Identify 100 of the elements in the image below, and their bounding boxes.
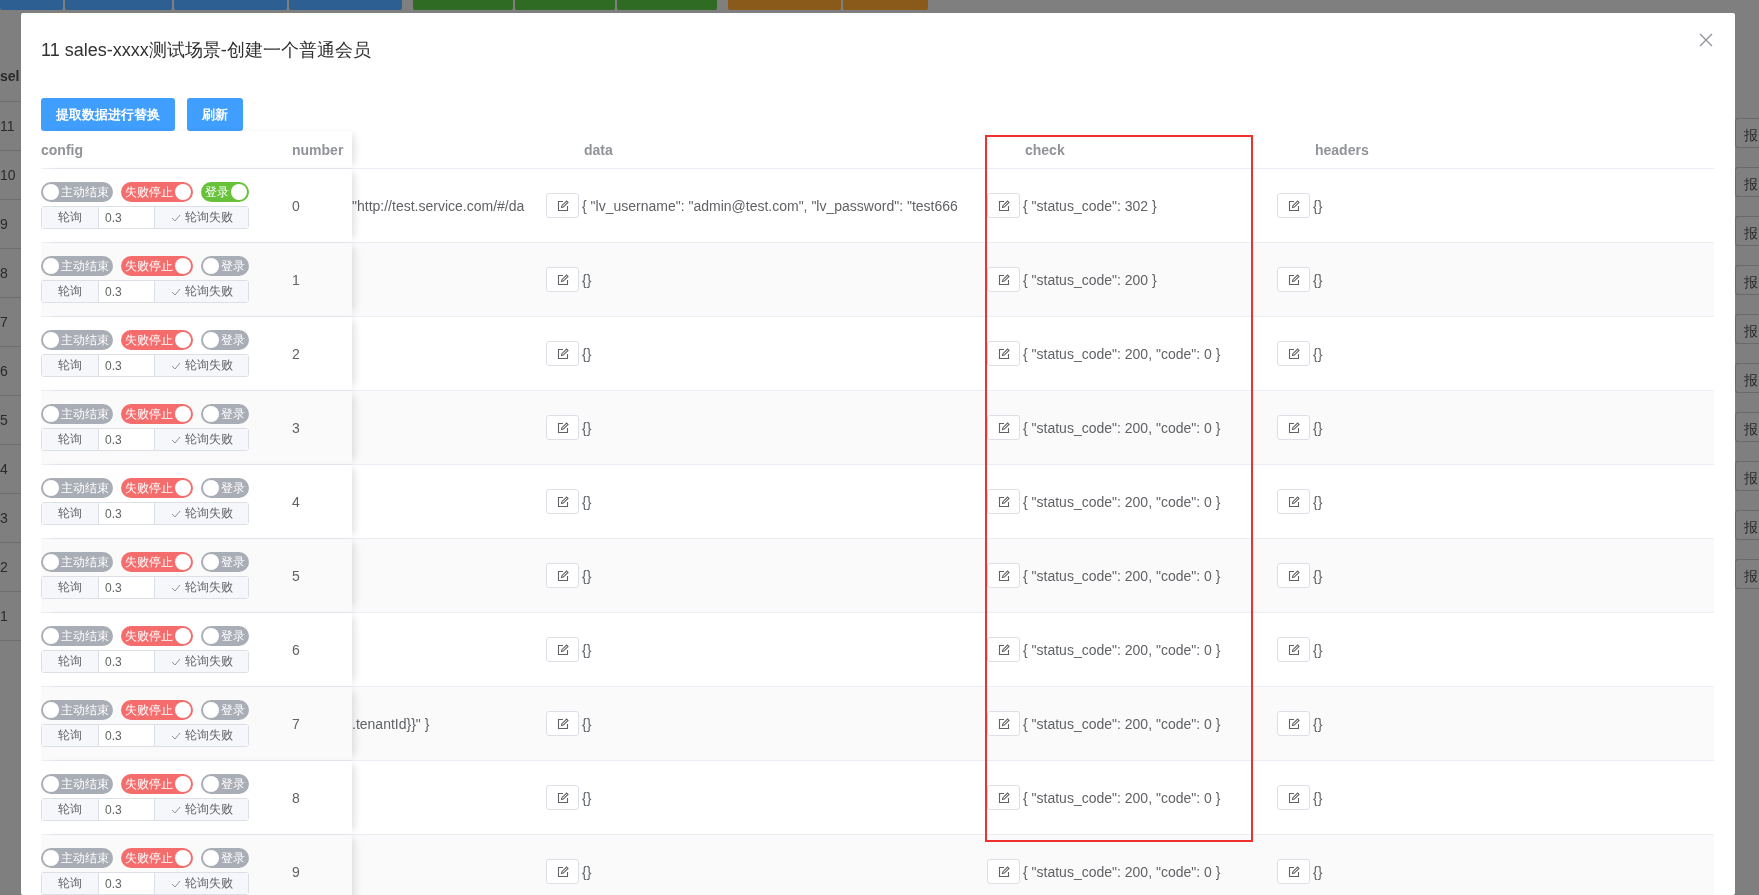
edit-button[interactable] <box>1277 489 1310 514</box>
primary-button[interactable]: 提取数据进行替换 <box>41 98 175 131</box>
edit-button[interactable] <box>1277 563 1310 588</box>
option-button[interactable]: 轮询失败 <box>155 281 248 302</box>
toggle-switch[interactable]: 失败停止 <box>121 848 193 868</box>
report-button[interactable]: 报 <box>1735 118 1759 148</box>
toggle-switch[interactable]: 登录 <box>201 626 249 646</box>
option-button[interactable]: 轮询失败 <box>155 725 248 746</box>
close-icon[interactable] <box>1699 33 1713 47</box>
edit-button[interactable] <box>1277 637 1310 662</box>
edit-button[interactable] <box>1277 785 1310 810</box>
edit-button[interactable] <box>987 193 1020 218</box>
option-button[interactable]: 轮询失败 <box>155 503 248 524</box>
edit-button[interactable] <box>987 785 1020 810</box>
edit-button[interactable] <box>987 415 1020 440</box>
input-label: 轮询 <box>42 207 99 228</box>
toggle-switch[interactable]: 主动结束 <box>41 182 113 202</box>
edit-icon <box>556 791 569 804</box>
toggle-switch[interactable]: 失败停止 <box>121 774 193 794</box>
option-button[interactable]: 轮询失败 <box>155 355 248 376</box>
input-field[interactable]: 0.3 <box>99 873 155 894</box>
edit-button[interactable] <box>1277 859 1310 884</box>
toggle-switch[interactable]: 失败停止 <box>121 700 193 720</box>
report-button[interactable]: 报 <box>1735 363 1759 393</box>
input-field[interactable]: 0.3 <box>99 577 155 598</box>
toggle-switch[interactable]: 失败停止 <box>121 330 193 350</box>
toggle-switch[interactable]: 失败停止 <box>121 404 193 424</box>
toggle-switch[interactable]: 失败停止 <box>121 256 193 276</box>
input-field[interactable]: 0.3 <box>99 725 155 746</box>
toggle-switch[interactable]: 主动结束 <box>41 404 113 424</box>
edit-button[interactable] <box>546 711 579 736</box>
edit-button[interactable] <box>546 859 579 884</box>
input-field[interactable]: 0.3 <box>99 281 155 302</box>
row-number: 3 <box>0 509 8 528</box>
toggle-switch[interactable]: 主动结束 <box>41 478 113 498</box>
check-icon <box>170 583 181 592</box>
toggle-switch[interactable]: 登录 <box>201 330 249 350</box>
toggle-switch[interactable]: 登录 <box>201 552 249 572</box>
toggle-switch[interactable]: 主动结束 <box>41 330 113 350</box>
toggle-switch[interactable]: 主动结束 <box>41 848 113 868</box>
toggle-switch[interactable]: 登录 <box>201 848 249 868</box>
edit-button[interactable] <box>546 637 579 662</box>
edit-button[interactable] <box>1277 267 1310 292</box>
toggle-switch[interactable]: 登录 <box>201 700 249 720</box>
toggle-switch[interactable]: 登录 <box>201 478 249 498</box>
edit-button[interactable] <box>546 193 579 218</box>
toggle-switch[interactable]: 主动结束 <box>41 700 113 720</box>
edit-button[interactable] <box>546 489 579 514</box>
toggle-switch[interactable]: 登录 <box>201 774 249 794</box>
toggle-switch[interactable]: 失败停止 <box>121 552 193 572</box>
edit-button[interactable] <box>1277 711 1310 736</box>
option-button[interactable]: 轮询失败 <box>155 577 248 598</box>
report-button[interactable]: 报 <box>1735 510 1759 540</box>
report-button[interactable]: 报 <box>1735 461 1759 491</box>
toggle-switch[interactable]: 主动结束 <box>41 626 113 646</box>
option-button[interactable]: 轮询失败 <box>155 873 248 894</box>
edit-icon <box>556 273 569 286</box>
check-icon <box>170 287 181 296</box>
edit-button[interactable] <box>1277 415 1310 440</box>
edit-button[interactable] <box>987 341 1020 366</box>
edit-button[interactable] <box>1277 193 1310 218</box>
edit-button[interactable] <box>546 785 579 810</box>
edit-button[interactable] <box>987 859 1020 884</box>
edit-icon <box>997 717 1010 730</box>
check-icon <box>170 435 181 444</box>
check-icon <box>170 879 181 888</box>
report-button[interactable]: 报 <box>1735 216 1759 246</box>
toggle-switch[interactable]: 登录 <box>201 182 249 202</box>
toggle-switch[interactable]: 登录 <box>201 404 249 424</box>
report-button[interactable]: 报 <box>1735 167 1759 197</box>
report-button[interactable]: 报 <box>1735 314 1759 344</box>
edit-button[interactable] <box>546 267 579 292</box>
report-button[interactable]: 报 <box>1735 559 1759 589</box>
edit-button[interactable] <box>987 711 1020 736</box>
edit-button[interactable] <box>546 415 579 440</box>
report-button[interactable]: 报 <box>1735 265 1759 295</box>
toggle-switch[interactable]: 失败停止 <box>121 626 193 646</box>
option-button[interactable]: 轮询失败 <box>155 799 248 820</box>
edit-button[interactable] <box>1277 341 1310 366</box>
edit-button[interactable] <box>987 563 1020 588</box>
edit-button[interactable] <box>987 489 1020 514</box>
toggle-switch[interactable]: 失败停止 <box>121 478 193 498</box>
edit-button[interactable] <box>987 637 1020 662</box>
toggle-switch[interactable]: 主动结束 <box>41 256 113 276</box>
edit-button[interactable] <box>987 267 1020 292</box>
primary-button[interactable]: 刷新 <box>187 98 243 131</box>
toggle-switch[interactable]: 主动结束 <box>41 774 113 794</box>
edit-icon <box>1287 791 1300 804</box>
input-field[interactable]: 0.3 <box>99 429 155 450</box>
toggle-switch[interactable]: 主动结束 <box>41 552 113 572</box>
option-button[interactable]: 轮询失败 <box>155 651 248 672</box>
toggle-switch[interactable]: 失败停止 <box>121 182 193 202</box>
option-button[interactable]: 轮询失败 <box>155 207 248 228</box>
report-button[interactable]: 报 <box>1735 412 1759 442</box>
edit-button[interactable] <box>546 341 579 366</box>
table-cell: 0 <box>292 197 300 214</box>
edit-button[interactable] <box>546 563 579 588</box>
row-number: 10 <box>0 166 16 185</box>
option-button[interactable]: 轮询失败 <box>155 429 248 450</box>
toggle-switch[interactable]: 登录 <box>201 256 249 276</box>
